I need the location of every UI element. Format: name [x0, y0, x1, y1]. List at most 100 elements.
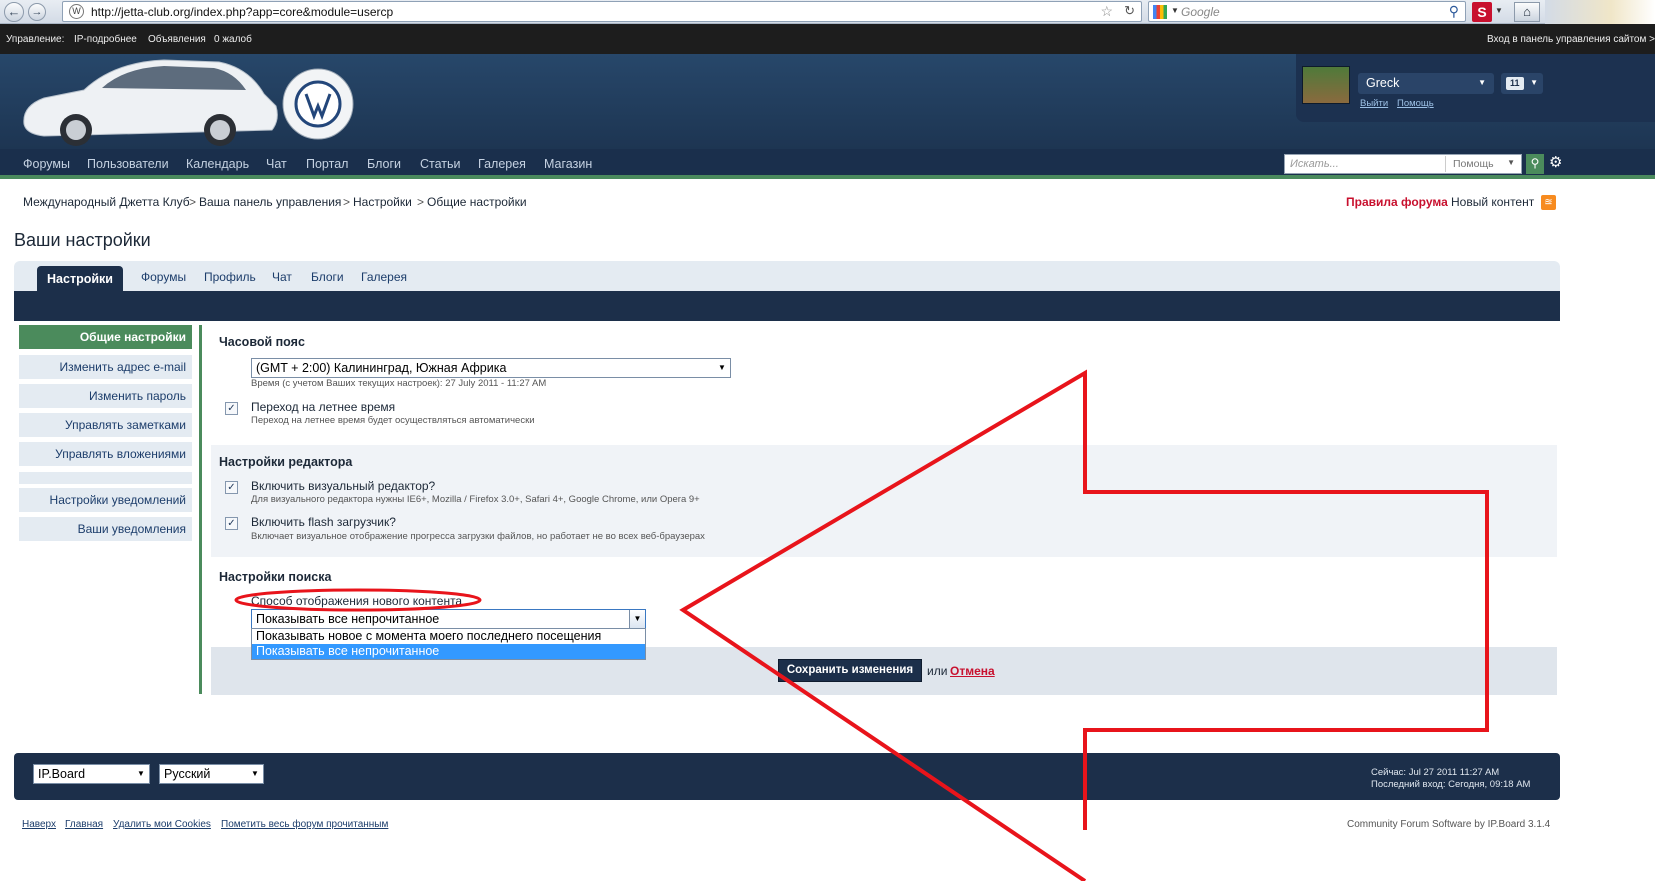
flash-checkbox[interactable]: ✓	[225, 517, 238, 530]
timezone-heading: Часовой пояс	[219, 335, 305, 349]
footer-link-mark-read[interactable]: Пометить весь форум прочитанным	[221, 819, 388, 830]
footer-link-top[interactable]: Наверх	[22, 819, 56, 830]
sidebar-item-notifications[interactable]: Ваши уведомления	[19, 517, 192, 541]
logout-link[interactable]: Выйти	[1360, 98, 1388, 109]
car-logo-image[interactable]	[14, 54, 284, 149]
nav-members[interactable]: Пользователи	[87, 157, 169, 171]
nav-portal[interactable]: Портал	[306, 157, 348, 171]
chevron-down-icon[interactable]: ▼	[1507, 158, 1515, 167]
address-url: http://jetta-club.org/index.php?app=core…	[91, 5, 394, 19]
reload-icon[interactable]: ↻	[1124, 3, 1135, 19]
nav-store[interactable]: Магазин	[544, 157, 592, 171]
chevron-down-icon: ▼	[1478, 78, 1486, 87]
breadcrumb-home[interactable]: Международный Джетта Клуб	[23, 195, 190, 209]
flash-label: Включить flash загрузчик?	[251, 515, 396, 529]
nav-articles[interactable]: Статьи	[420, 157, 461, 171]
search-icon[interactable]: ⚲	[1526, 154, 1544, 174]
footer-link-delete-cookies[interactable]: Удалить мои Cookies	[113, 819, 211, 830]
site-search-input[interactable]: Искать... Помощь ▼	[1284, 154, 1522, 174]
new-content-mode-select[interactable]: Показывать все непрочитанное ▼	[251, 609, 646, 629]
last-visit: Последний вход: Сегодня, 09:18 AM	[1371, 779, 1531, 790]
chevron-down-icon: ▼	[251, 769, 259, 778]
timezone-value: (GMT + 2:00) Калининград, Южная Африка	[256, 361, 507, 375]
rte-description: Для визуального редактора нужны IE6+, Mo…	[251, 494, 700, 505]
copyright-text: Community Forum Software by IP.Board 3.1…	[1347, 819, 1551, 830]
dst-checkbox[interactable]: ✓	[225, 402, 238, 415]
breadcrumb-usercp[interactable]: Ваша панель управления	[199, 195, 341, 209]
current-time: Сейчас: Jul 27 2011 11:27 AM	[1371, 767, 1500, 778]
chevron-down-icon: ▼	[1530, 78, 1538, 87]
chevron-down-icon[interactable]: ▼	[1171, 6, 1179, 15]
page-title: Ваши настройки	[14, 230, 151, 250]
breadcrumb-settings[interactable]: Настройки	[353, 195, 412, 209]
club-logo-icon[interactable]	[282, 68, 354, 140]
rte-checkbox[interactable]: ✓	[225, 481, 238, 494]
addon-icon[interactable]: S	[1472, 2, 1492, 22]
new-content-link[interactable]: Новый контент	[1451, 195, 1534, 209]
site-favicon-icon: W	[69, 4, 84, 19]
nav-forums[interactable]: Форумы	[23, 157, 70, 171]
sidebar-item-email[interactable]: Изменить адрес e-mail	[19, 355, 192, 379]
user-panel: Greck ▼ 11 ▼ Выйти Помощь	[1296, 54, 1655, 122]
skin-select[interactable]: IP.Board ▼	[33, 764, 150, 784]
dropdown-option[interactable]: Показывать новое с момента моего последн…	[252, 629, 645, 644]
dropdown-list: Показывать новое с момента моего последн…	[251, 628, 646, 660]
site-header: Greck ▼ 11 ▼ Выйти Помощь	[0, 54, 1655, 149]
forum-rules-link[interactable]: Правила форума	[1346, 195, 1448, 209]
breadcrumb-current: Общие настройки	[427, 195, 527, 209]
admin-link-reports[interactable]: 0 жалоб	[214, 34, 252, 45]
browser-search-field[interactable]: ▼ Google ⚲	[1148, 1, 1466, 22]
user-name: Greck	[1366, 76, 1400, 90]
tab-bar	[14, 291, 1560, 321]
notification-count-badge: 11	[1506, 77, 1524, 90]
search-scope-label[interactable]: Помощь	[1453, 158, 1494, 170]
admin-link-ip[interactable]: IP-подробнее	[74, 34, 137, 45]
footer-link-home[interactable]: Главная	[65, 819, 103, 830]
cancel-link[interactable]: Отмена	[950, 664, 995, 678]
star-icon[interactable]: ☆	[1100, 3, 1113, 20]
gear-icon[interactable]: ⚙	[1549, 153, 1562, 171]
sidebar-item-notification-settings[interactable]: Настройки уведомлений	[19, 488, 192, 512]
language-select[interactable]: Русский ▼	[159, 764, 264, 784]
dst-description: Переход на летнее время будет осуществля…	[251, 415, 535, 426]
sidebar-item-general[interactable]: Общие настройки	[19, 325, 192, 349]
home-icon[interactable]: ⌂	[1514, 2, 1540, 22]
sidebar-item-password[interactable]: Изменить пароль	[19, 384, 192, 408]
user-menu[interactable]: Greck ▼	[1358, 73, 1494, 94]
dropdown-option-highlighted[interactable]: Показывать все непрочитанное	[252, 644, 645, 659]
language-value: Русский	[164, 767, 211, 781]
admin-cp-link[interactable]: Вход в панель управления сайтом >	[1487, 34, 1655, 45]
admin-label: Управление:	[6, 34, 65, 45]
search-icon[interactable]: ⚲	[1449, 3, 1459, 20]
rss-icon[interactable]: ≊	[1541, 195, 1556, 210]
tab-profile[interactable]: Профиль	[204, 270, 256, 284]
address-bar[interactable]: W http://jetta-club.org/index.php?app=co…	[62, 1, 1142, 22]
nav-chat[interactable]: Чат	[266, 157, 287, 171]
breadcrumb-separator: >	[417, 195, 425, 209]
sidebar-item-attachments[interactable]: Управлять вложениями	[19, 442, 192, 466]
search-heading: Настройки поиска	[219, 570, 332, 584]
avatar[interactable]	[1302, 66, 1350, 104]
tab-blogs[interactable]: Блоги	[311, 270, 344, 284]
tab-settings[interactable]: Настройки	[37, 266, 123, 292]
browser-theme-decoration	[1545, 0, 1655, 24]
save-button[interactable]: Сохранить изменения	[778, 659, 922, 682]
admin-link-announcements[interactable]: Объявления	[148, 34, 206, 45]
sidebar-item-notes[interactable]: Управлять заметками	[19, 413, 192, 437]
tab-chat[interactable]: Чат	[272, 270, 292, 284]
notifications-menu[interactable]: 11 ▼	[1501, 73, 1543, 94]
skin-value: IP.Board	[38, 767, 86, 781]
back-icon[interactable]: ←	[4, 2, 24, 22]
nav-blogs[interactable]: Блоги	[367, 157, 401, 171]
chevron-down-icon[interactable]: ▼	[1495, 6, 1503, 15]
editor-heading: Настройки редактора	[219, 455, 353, 469]
browser-search-placeholder: Google	[1181, 5, 1220, 19]
timezone-select[interactable]: (GMT + 2:00) Калининград, Южная Африка ▼	[251, 358, 731, 378]
tab-forums[interactable]: Форумы	[141, 270, 186, 284]
help-link[interactable]: Помощь	[1397, 98, 1434, 109]
forward-icon[interactable]: →	[28, 3, 46, 21]
nav-calendar[interactable]: Календарь	[186, 157, 249, 171]
google-icon	[1153, 5, 1167, 19]
tab-gallery[interactable]: Галерея	[361, 270, 407, 284]
nav-gallery[interactable]: Галерея	[478, 157, 526, 171]
